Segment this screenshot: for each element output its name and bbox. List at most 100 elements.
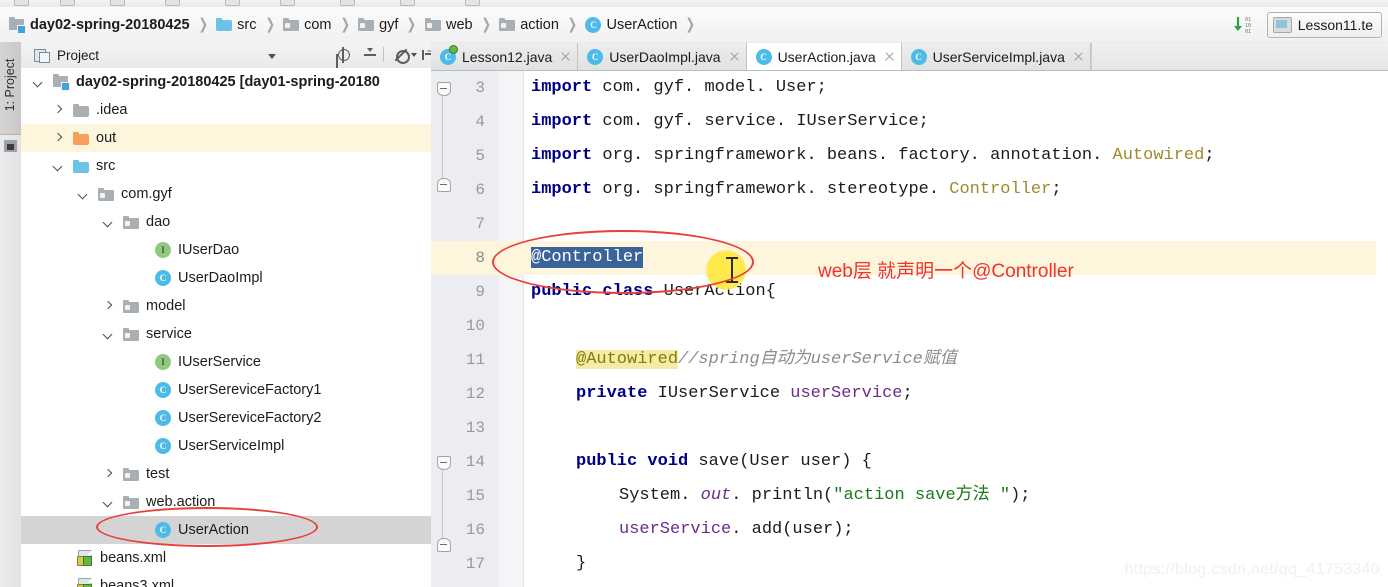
tree-item-dao[interactable]: dao	[21, 208, 431, 236]
code-line[interactable]: 15 System. out. println("action save方法 "…	[431, 479, 1388, 513]
tree-item-beans3xml[interactable]: beans3.xml	[21, 572, 431, 587]
code-text: import org. springframework. beans. fact…	[531, 146, 1215, 165]
chevron-right-icon[interactable]	[52, 104, 65, 117]
java-interface-icon: I	[155, 354, 171, 370]
tree-item-out[interactable]: out	[21, 124, 431, 152]
tree-item-label: day02-spring-20180425 [day01-spring-2018…	[76, 74, 380, 90]
breadcrumb-item-module[interactable]: day02-spring-20180425	[7, 7, 192, 42]
line-number: 3	[475, 79, 485, 97]
toolbar-icon[interactable]	[165, 0, 180, 6]
code-line[interactable]: 14 public void save(User user) {	[431, 445, 1388, 479]
chevron-down-icon[interactable]	[77, 188, 90, 201]
tree-item-label: web.action	[146, 494, 216, 510]
close-icon[interactable]	[729, 51, 740, 62]
tool-window-tab-project[interactable]: 1: Project	[0, 42, 21, 135]
tree-item-module[interactable]: day02-spring-20180425 [day01-spring-2018…	[21, 68, 431, 96]
tree-item-label: UserServiceImpl	[178, 438, 285, 454]
chevron-down-icon[interactable]	[102, 328, 115, 341]
chevron-down-icon[interactable]	[102, 216, 115, 229]
locate-target-icon[interactable]	[336, 47, 352, 63]
code-line[interactable]: 10	[431, 309, 1388, 343]
code-line[interactable]: 6 import org. springframework. stereotyp…	[431, 173, 1388, 207]
chevron-down-icon[interactable]	[32, 76, 45, 89]
tree-item-label: IUserService	[178, 354, 261, 370]
breadcrumb-item-useraction[interactable]: C UserAction	[583, 7, 679, 42]
selected-text: @Controller	[531, 247, 644, 268]
tree-item-idea[interactable]: .idea	[21, 96, 431, 124]
collapse-all-icon[interactable]	[362, 47, 378, 63]
code-line[interactable]: 7	[431, 207, 1388, 241]
code-line[interactable]: 3 import com. gyf. model. User;	[431, 71, 1388, 105]
chevron-right-icon[interactable]	[102, 300, 115, 313]
project-tree[interactable]: day02-spring-20180425 [day01-spring-2018…	[21, 68, 431, 587]
tree-item-userserviceimpl[interactable]: C UserServiceImpl	[21, 432, 431, 460]
tree-item-useraction[interactable]: C UserAction	[21, 516, 431, 544]
chevron-right-icon[interactable]	[52, 132, 65, 145]
tree-item-webaction[interactable]: web.action	[21, 488, 431, 516]
breadcrumb-item-action[interactable]: action	[497, 7, 561, 42]
tree-item-iuserdao[interactable]: I IUserDao	[21, 236, 431, 264]
tree-item-label: test	[146, 466, 170, 482]
code-line[interactable]: 5 import org. springframework. beans. fa…	[431, 139, 1388, 173]
breadcrumb-item-src[interactable]: src	[214, 7, 258, 42]
run-configuration-selector[interactable]: Lesson11.te	[1266, 11, 1382, 38]
java-class-icon: C	[910, 48, 927, 65]
code-line[interactable]: 16 userService. add(user);	[431, 513, 1388, 547]
toolbar-icon[interactable]	[280, 0, 295, 6]
editor-tab-userdaoimpl[interactable]: C UserDaoImpl.java	[578, 43, 747, 70]
breadcrumb-item-com[interactable]: com	[281, 7, 333, 42]
package-icon	[123, 215, 139, 229]
tree-item-test[interactable]: test	[21, 460, 431, 488]
java-class-icon: C	[155, 382, 171, 398]
chevron-down-icon[interactable]	[102, 496, 115, 509]
breadcrumb-item-gyf[interactable]: gyf	[356, 7, 400, 42]
close-icon[interactable]	[560, 51, 571, 62]
java-class-icon: C	[155, 438, 171, 454]
gear-icon[interactable]	[393, 47, 410, 64]
toolbar-icon[interactable]	[465, 0, 480, 6]
editor-tab-label: UserDaoImpl.java	[609, 48, 721, 65]
tree-item-beansxml[interactable]: beans.xml	[21, 544, 431, 572]
chevron-down-icon[interactable]	[52, 160, 65, 173]
package-icon	[425, 18, 441, 31]
chevron-right-icon[interactable]	[102, 468, 115, 481]
source-folder-icon	[216, 18, 233, 31]
toolbar-icon[interactable]	[400, 0, 415, 6]
code-view[interactable]: 3 import com. gyf. model. User; 4 import…	[431, 71, 1388, 587]
structure-icon[interactable]	[4, 140, 17, 152]
code-line[interactable]: 12 private IUserService userService;	[431, 377, 1388, 411]
editor-tab-useraction[interactable]: C UserAction.java	[746, 43, 902, 70]
toolbar-icon[interactable]	[14, 0, 29, 6]
toolbar-icon[interactable]	[340, 0, 355, 6]
tree-item-factory2[interactable]: C UserSereviceFactory2	[21, 404, 431, 432]
code-line[interactable]: 13	[431, 411, 1388, 445]
close-icon[interactable]	[1073, 51, 1084, 62]
tree-item-comgyf[interactable]: com.gyf	[21, 180, 431, 208]
line-number: 16	[465, 521, 485, 539]
code-text: userService. add(user);	[619, 520, 854, 539]
editor-tab-lesson12[interactable]: C Lesson12.java	[431, 43, 579, 70]
tree-item-iuserservice[interactable]: I IUserService	[21, 348, 431, 376]
breadcrumb-label: src	[237, 16, 257, 33]
chevron-down-icon[interactable]	[268, 54, 276, 59]
tree-item-model[interactable]: model	[21, 292, 431, 320]
download-update-icon[interactable]: 01 10 01	[1232, 15, 1258, 35]
tree-item-label: UserSereviceFactory1	[178, 382, 322, 398]
toolbar-icon[interactable]	[225, 0, 240, 6]
tree-item-userdaoimpl[interactable]: C UserDaoImpl	[21, 264, 431, 292]
breadcrumb-item-web[interactable]: web	[423, 7, 475, 42]
package-icon	[123, 495, 139, 509]
code-text: import org. springframework. stereotype.…	[531, 180, 1062, 199]
tree-item-src[interactable]: src	[21, 152, 431, 180]
close-icon[interactable]	[884, 51, 895, 62]
code-line[interactable]: 4 import com. gyf. service. IUserService…	[431, 105, 1388, 139]
editor-tab-userserviceimpl[interactable]: C UserServiceImpl.java	[901, 43, 1091, 70]
comment-token: //spring自动为userService赋值	[678, 350, 957, 369]
tree-item-service[interactable]: service	[21, 320, 431, 348]
toolbar-icon[interactable]	[110, 0, 125, 6]
editor-vertical-scrollbar[interactable]	[1376, 100, 1388, 587]
chevron-down-icon[interactable]	[411, 53, 417, 57]
tree-item-factory1[interactable]: C UserSereviceFactory1	[21, 376, 431, 404]
code-line[interactable]: 11 @Autowired//spring自动为userService赋值	[431, 343, 1388, 377]
toolbar-icon[interactable]	[60, 0, 75, 6]
